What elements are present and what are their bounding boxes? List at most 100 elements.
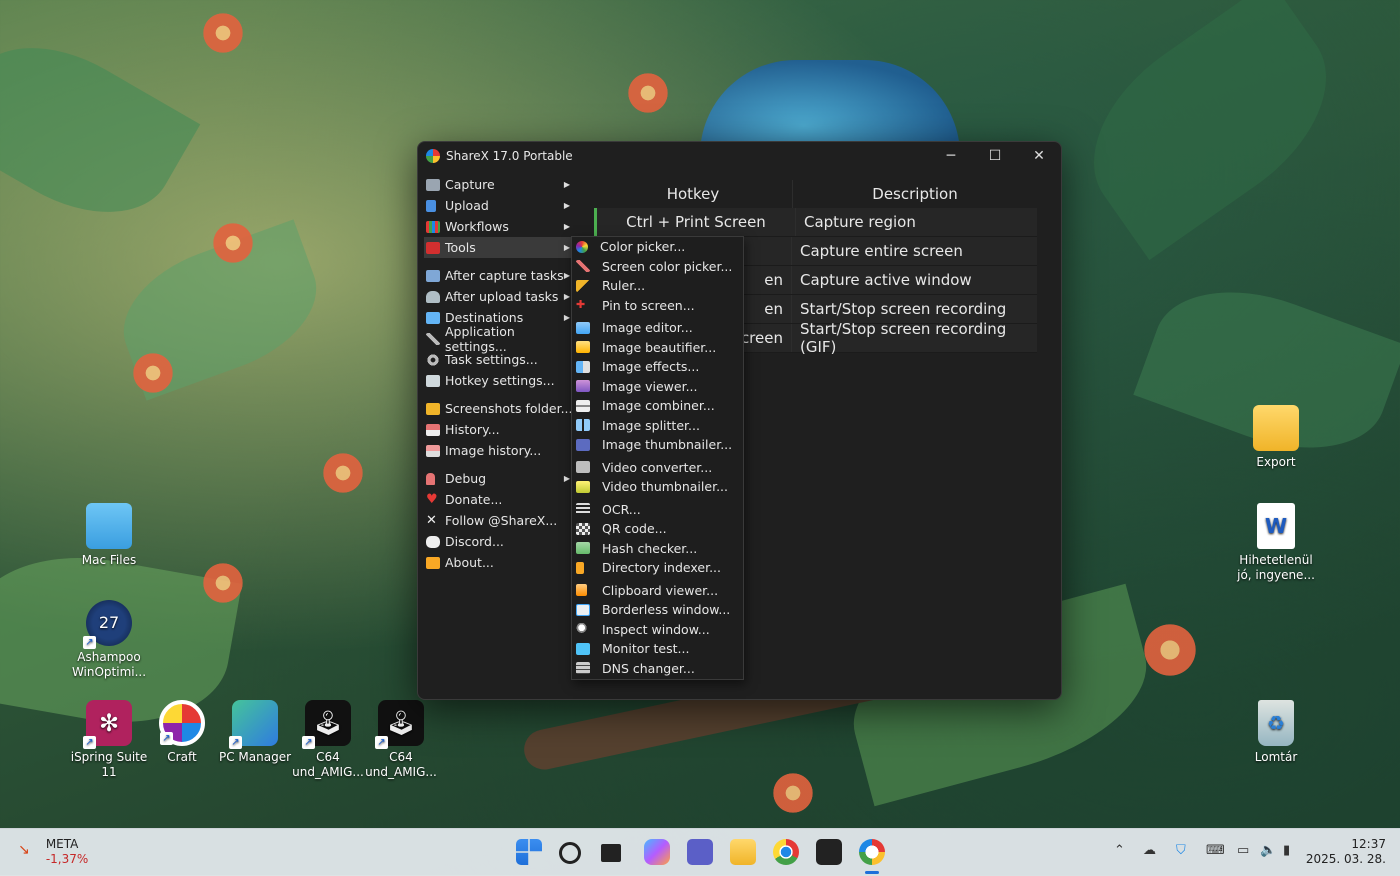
joystick-icon: 🕹 ↗ [302, 700, 351, 749]
description-cell: Start/Stop screen recording (GIF) [800, 320, 1007, 356]
tool-image-splitter[interactable]: Image splitter... [572, 416, 743, 436]
task-view-icon[interactable] [601, 844, 621, 862]
column-header-description: Description [872, 185, 958, 203]
tool-image-beautifier[interactable]: Image beautifier... [572, 338, 743, 358]
desktop-icon-c64-1[interactable]: 🕹 ↗ C64 und_AMIG... [288, 700, 368, 780]
image-viewer-icon [576, 380, 590, 393]
stock-widget[interactable]: ↘ META -1,37% [18, 837, 88, 867]
menu-tools[interactable]: Tools ▶ [424, 237, 574, 258]
tool-qr-code[interactable]: QR code... [572, 519, 743, 539]
submenu-arrow-icon: ▶ [563, 292, 570, 301]
desktop-icon-pc-manager[interactable]: ↗ PC Manager [215, 700, 295, 765]
menu-workflows[interactable]: Workflows ▶ [424, 216, 574, 237]
menu-image-history[interactable]: Image history... [424, 440, 574, 461]
folder-icon [426, 402, 440, 415]
menu-follow-sharex[interactable]: ✕ Follow @ShareX... [424, 510, 574, 531]
submenu-arrow-icon: ▶ [563, 243, 570, 252]
menu-upload[interactable]: Upload ▶ [424, 195, 574, 216]
chrome-icon[interactable] [773, 839, 799, 865]
menu-screenshots-folder[interactable]: Screenshots folder... [424, 398, 574, 419]
x-logo-icon: ✕ [426, 512, 437, 528]
desktop-icon-mac-files[interactable]: Mac Files [69, 503, 149, 568]
volume-icon[interactable]: 🔈 [1260, 843, 1276, 858]
tool-image-combiner[interactable]: Image combiner... [572, 396, 743, 416]
file-explorer-icon[interactable] [730, 839, 756, 865]
table-row[interactable]: Ctrl + Print Screen Capture region [594, 208, 1037, 237]
crown-icon [426, 556, 440, 569]
clock[interactable]: 12:37 2025. 03. 28. [1306, 837, 1386, 867]
destinations-icon [426, 311, 440, 324]
menu-debug[interactable]: Debug ▶ [424, 468, 574, 489]
image-effects-icon [576, 360, 590, 373]
tool-hash-checker[interactable]: Hash checker... [572, 539, 743, 559]
menu-application-settings[interactable]: Application settings... [424, 324, 574, 354]
menu-history[interactable]: History... [424, 419, 574, 440]
description-cell: Capture entire screen [800, 242, 963, 260]
eyedropper-icon [576, 260, 590, 273]
tool-image-effects[interactable]: Image effects... [572, 357, 743, 377]
desktop-icon-ashampoo[interactable]: 27 ↗ Ashampoo WinOptimi... [69, 600, 149, 680]
close-button[interactable]: ✕ [1017, 148, 1061, 164]
keyboard-icon [426, 374, 440, 387]
search-icon[interactable] [559, 842, 581, 864]
menu-about[interactable]: About... [424, 552, 574, 573]
network-icon[interactable]: ▭ [1237, 843, 1249, 858]
tool-directory-indexer[interactable]: Directory indexer... [572, 558, 743, 578]
maximize-button[interactable]: ☐ [973, 148, 1017, 164]
desktop-icon-recycle-bin[interactable]: ♻ Lomtár [1236, 700, 1316, 765]
desktop-icon-craft[interactable]: ↗ Craft [142, 700, 222, 765]
start-icon[interactable] [516, 839, 542, 865]
desktop-icon-word-doc[interactable]: W Hihetetlenül jó, ingyene... [1236, 503, 1316, 583]
tool-monitor-test[interactable]: Monitor test... [572, 639, 743, 659]
joystick-icon: 🕹 ↗ [375, 700, 424, 749]
tool-pin-to-screen[interactable]: ✚ Pin to screen... [572, 296, 743, 316]
workflows-icon [426, 220, 440, 233]
menu-discord[interactable]: Discord... [424, 531, 574, 552]
menu-task-settings[interactable]: Task settings... [424, 349, 574, 370]
craft-icon: ↗ [159, 700, 205, 746]
menu-after-capture-tasks[interactable]: After capture tasks ▶ [424, 265, 574, 286]
minimize-button[interactable]: ─ [929, 148, 973, 164]
main-menu: Capture ▶ Upload ▶ Workflows ▶ Tools ▶ After… [424, 174, 574, 573]
menu-hotkey-settings[interactable]: Hotkey settings... [424, 370, 574, 391]
menu-donate[interactable]: ♥ Donate... [424, 489, 574, 510]
sharex-icon[interactable] [859, 839, 885, 865]
tool-video-thumbnailer[interactable]: Video thumbnailer... [572, 477, 743, 497]
app-icon[interactable] [816, 839, 842, 865]
description-cell: Capture region [804, 213, 916, 231]
tool-dns-changer[interactable]: DNS changer... [572, 659, 743, 679]
after-capture-icon [426, 269, 440, 282]
tool-borderless-window[interactable]: Borderless window... [572, 600, 743, 620]
taskbar: ↘ META -1,37% ⌃ ☁ ⛉ ⌨ ▭ 🔈 ▮ 12:37 2025. … [0, 828, 1400, 876]
menu-capture[interactable]: Capture ▶ [424, 174, 574, 195]
tool-color-picker[interactable]: Color picker... [572, 237, 743, 257]
menu-after-upload-tasks[interactable]: After upload tasks ▶ [424, 286, 574, 307]
onedrive-icon[interactable]: ☁ [1143, 843, 1156, 858]
pin-icon: ✚ [576, 298, 586, 312]
battery-icon[interactable]: ▮ [1283, 843, 1290, 858]
tool-clipboard-viewer[interactable]: Clipboard viewer... [572, 581, 743, 601]
ruler-icon [576, 279, 590, 292]
desktop-icon-c64-2[interactable]: 🕹 ↗ C64 und_AMIG... [361, 700, 441, 780]
tool-ruler[interactable]: Ruler... [572, 276, 743, 296]
image-splitter-icon [576, 419, 590, 432]
tool-image-thumbnailer[interactable]: Image thumbnailer... [572, 435, 743, 455]
tool-image-editor[interactable]: Image editor... [572, 318, 743, 338]
description-cell: Capture active window [800, 271, 972, 289]
teams-icon[interactable] [687, 839, 713, 865]
copilot-icon[interactable] [644, 839, 670, 865]
tool-video-converter[interactable]: Video converter... [572, 458, 743, 478]
app-settings-icon [426, 332, 440, 345]
folder-icon [1253, 405, 1299, 451]
tool-image-viewer[interactable]: Image viewer... [572, 377, 743, 397]
tool-screen-color-picker[interactable]: Screen color picker... [572, 257, 743, 277]
keyboard-icon[interactable]: ⌨ [1206, 843, 1225, 858]
image-history-icon [426, 444, 440, 457]
desktop-icon-export[interactable]: Export [1236, 405, 1316, 470]
tool-ocr[interactable]: OCR... [572, 500, 743, 520]
tool-inspect-window[interactable]: Inspect window... [572, 620, 743, 640]
stock-change: -1,37% [45, 852, 89, 866]
chevron-up-icon[interactable]: ⌃ [1114, 843, 1125, 858]
security-icon[interactable]: ⛉ [1176, 843, 1186, 858]
desktop-icon-ispring[interactable]: ✻ ↗ iSpring Suite 11 [69, 700, 149, 780]
